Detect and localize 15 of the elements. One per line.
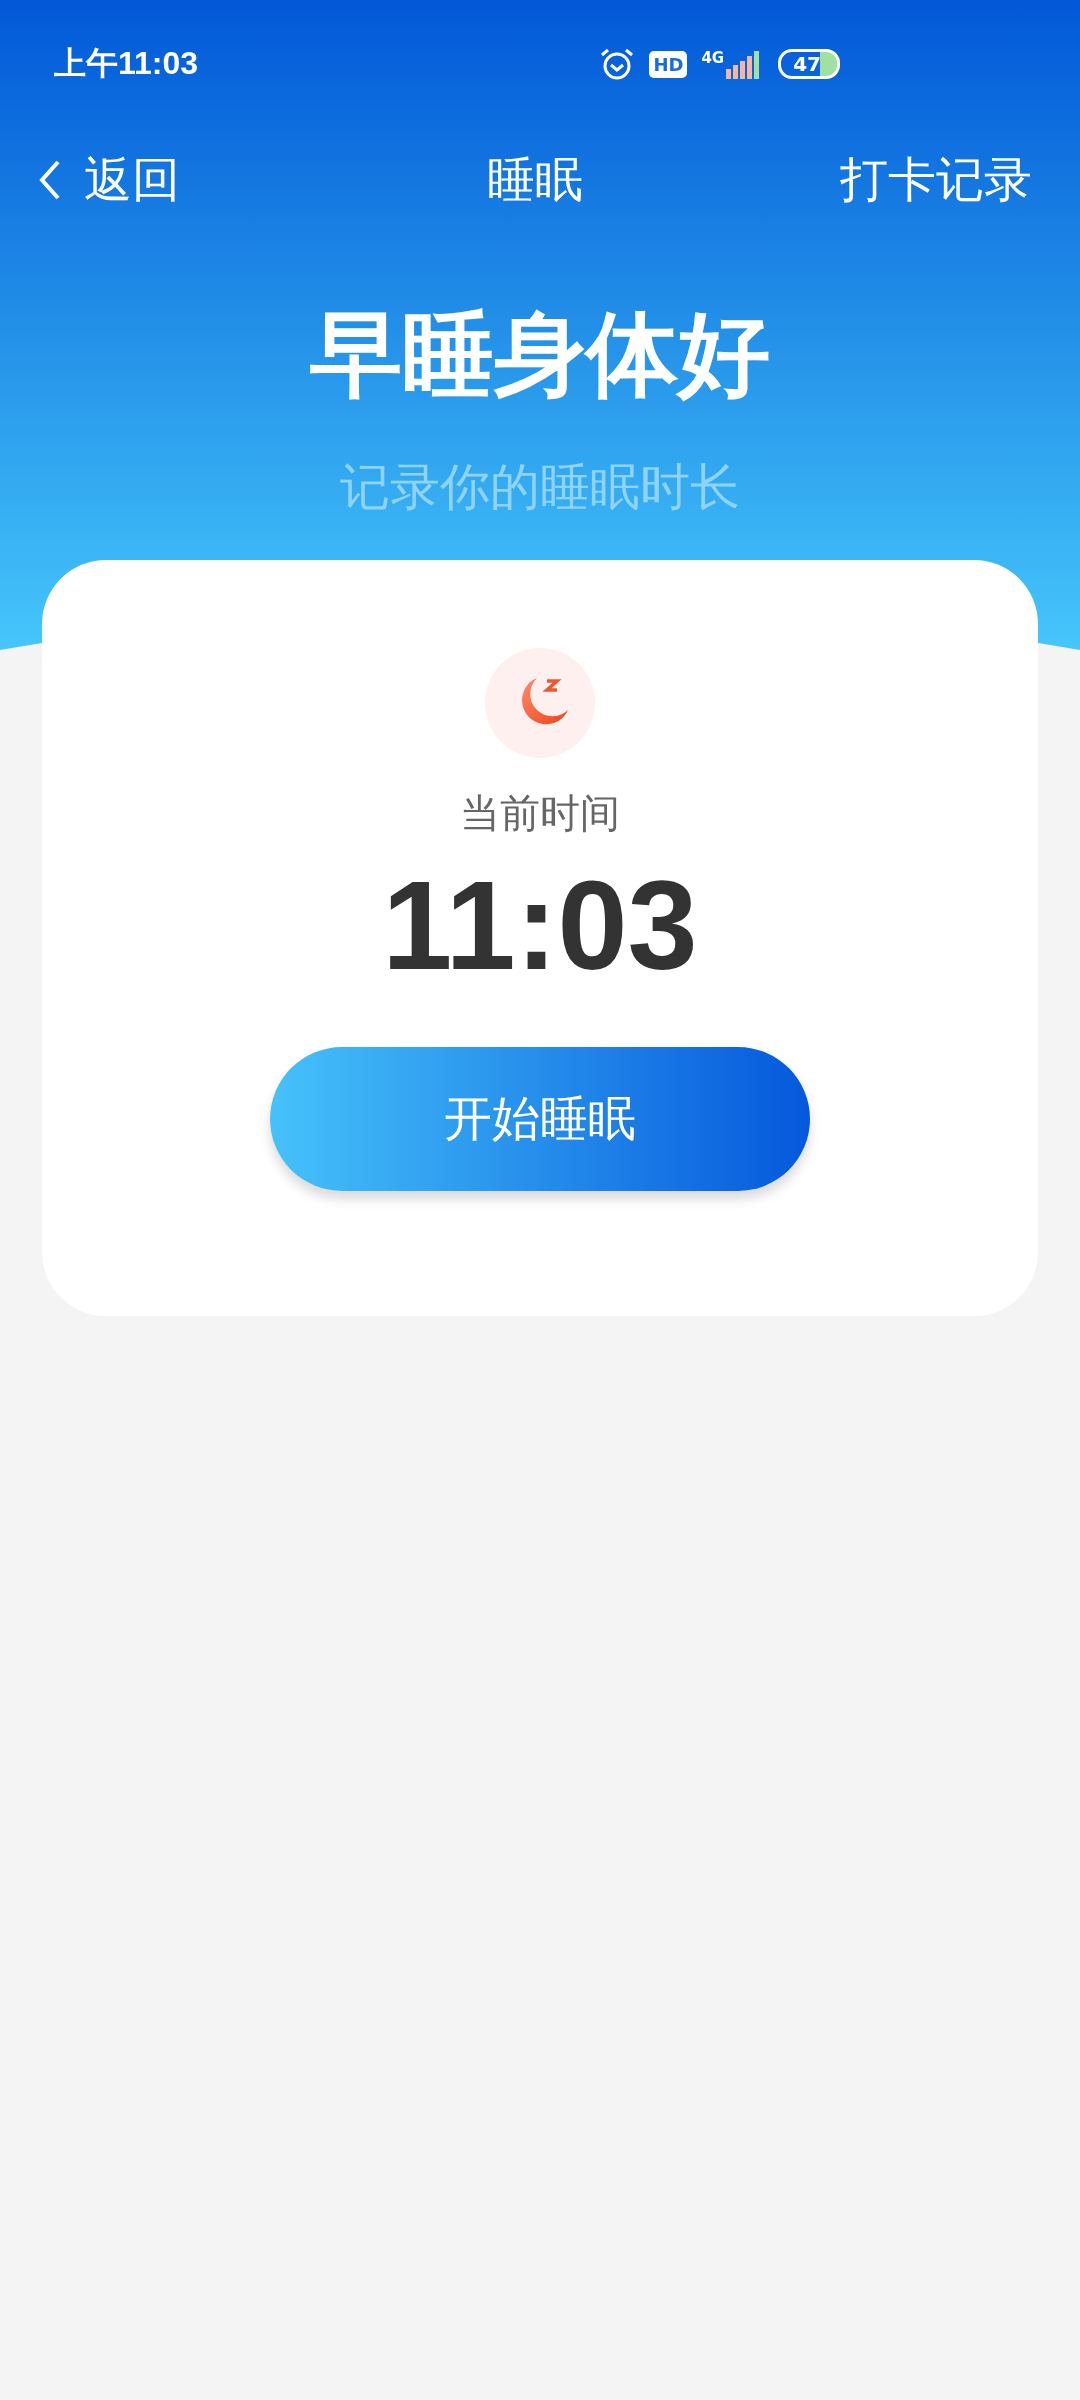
back-icon xyxy=(38,158,62,202)
current-time: 11:03 xyxy=(382,854,698,998)
alarm-clock-icon xyxy=(599,46,636,82)
battery-indicator: 47 xyxy=(778,49,840,79)
subtitle: 记录你的睡眠时长 xyxy=(339,457,741,518)
current-time-label: 当前时间 xyxy=(460,789,620,838)
back-button[interactable]: 返回 xyxy=(38,148,180,212)
status-time: 上午11:03 xyxy=(54,44,199,83)
sleeping-moon-icon xyxy=(485,648,595,758)
start-sleep-button[interactable]: 开始睡眠 xyxy=(270,1047,810,1191)
headline: 早睡身体好 xyxy=(309,300,771,410)
page-title: 睡眠 xyxy=(487,150,583,209)
network-type: 4G xyxy=(701,49,725,67)
checkin-record-button[interactable]: 打卡记录 xyxy=(840,148,1032,212)
hd-badge: HD xyxy=(649,50,688,78)
